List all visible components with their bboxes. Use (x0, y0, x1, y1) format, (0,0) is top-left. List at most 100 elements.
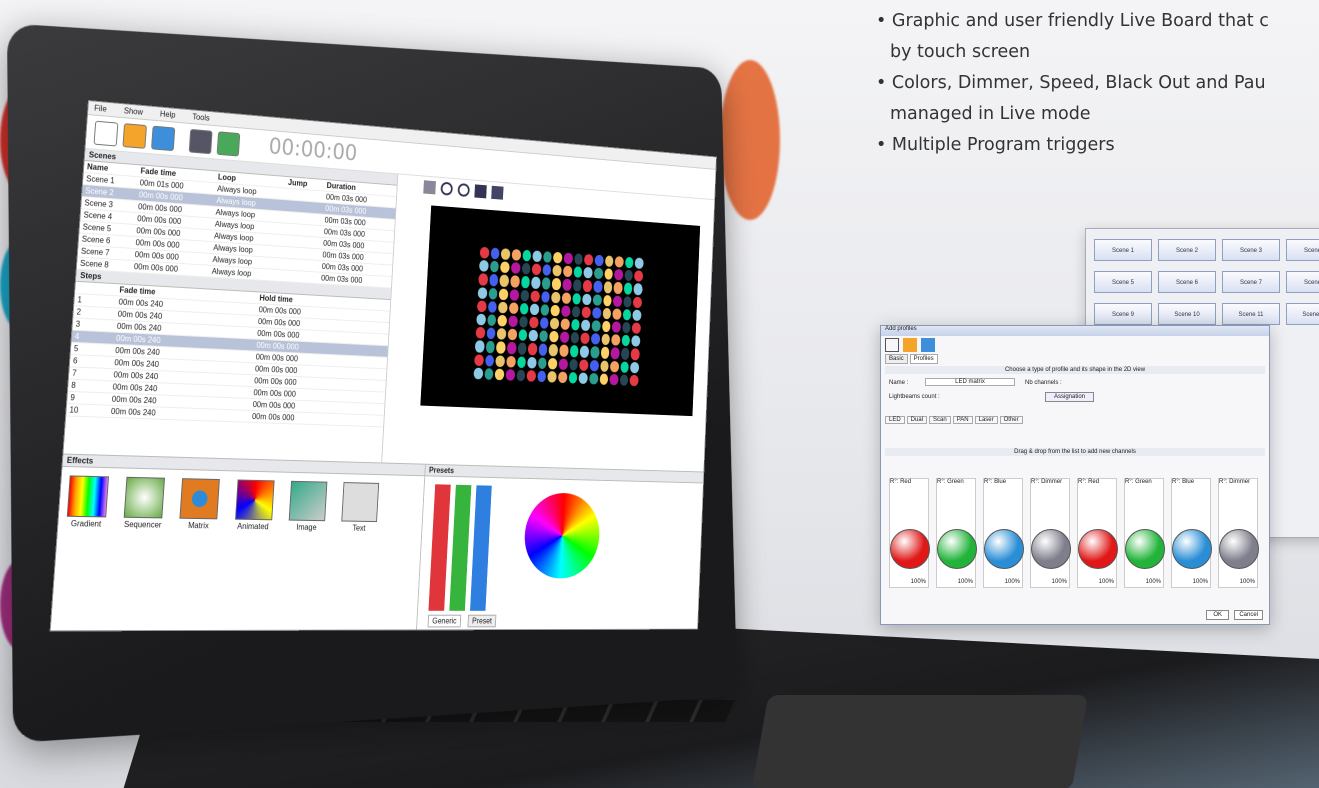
open-folder-icon[interactable] (122, 122, 147, 149)
led-cell (594, 254, 604, 267)
assign-button[interactable]: Assignation (1045, 392, 1095, 402)
led-cell (477, 286, 488, 299)
menu-help[interactable]: Help (160, 109, 176, 119)
effect-gradient[interactable]: Gradient (62, 475, 113, 529)
tab-dual[interactable]: Dual (906, 416, 928, 424)
led-cell (582, 280, 593, 292)
channel-card[interactable]: R°: Dimmer 100% (1030, 478, 1071, 588)
save-icon[interactable] (921, 338, 935, 352)
channel-card[interactable]: R°: Blue 100% (1171, 478, 1212, 588)
dialog-title: Add profiles (881, 326, 1269, 336)
channel-card[interactable]: R°: Dimmer 100% (1218, 478, 1259, 588)
channel-card[interactable]: R°: Blue 100% (983, 478, 1024, 588)
led-cell (612, 308, 622, 320)
tab-pan[interactable]: PAN (952, 416, 973, 424)
scene-button[interactable]: Scene 4 (1286, 239, 1319, 261)
green-fader[interactable] (449, 484, 472, 611)
channel-card[interactable]: R°: Green 100% (1124, 478, 1165, 588)
tab-scan[interactable]: Scan (929, 416, 951, 424)
led-cell (591, 320, 601, 332)
scene-button[interactable]: Scene 11 (1222, 303, 1280, 325)
led-cell (621, 334, 631, 347)
menu-tools[interactable]: Tools (192, 112, 210, 122)
led-cell (485, 341, 496, 353)
led-cell (630, 348, 640, 361)
tab-basic[interactable]: Basic (885, 354, 908, 364)
tab-led[interactable]: LED (885, 416, 905, 424)
channel-label: R°: Green (1125, 479, 1152, 485)
new-file-icon[interactable] (93, 120, 119, 146)
tab-profiles[interactable]: Profiles (909, 354, 938, 364)
led-cell (520, 276, 531, 289)
led-cell (542, 251, 553, 264)
scene-button[interactable]: Scene 8 (1286, 271, 1319, 293)
effect-animated[interactable]: Animated (230, 479, 278, 531)
channel-color-icon (1031, 529, 1071, 569)
led-cell (507, 328, 517, 341)
led-cell (538, 343, 548, 356)
save-icon[interactable] (151, 125, 176, 151)
led-cell (602, 294, 612, 307)
scene-button[interactable]: Scene 6 (1158, 271, 1216, 293)
led-cell (610, 360, 620, 373)
blue-fader[interactable] (470, 485, 492, 611)
name-field[interactable]: LED matrix (925, 378, 1015, 386)
led-cell (527, 356, 537, 369)
new-file-icon[interactable] (885, 338, 899, 352)
led-cell (500, 248, 511, 261)
effect-text[interactable]: Text (337, 482, 383, 533)
channel-card[interactable]: R°: Red 100% (889, 478, 930, 588)
tab-other[interactable]: Other (999, 416, 1023, 424)
zoom-in-icon[interactable] (440, 181, 454, 196)
scene-button[interactable]: Scene 10 (1158, 303, 1216, 325)
tab-preset[interactable]: Preset (467, 614, 497, 628)
open-folder-icon[interactable] (903, 338, 917, 352)
led-cell (478, 273, 488, 286)
feature-line: • Graphic and user friendly Live Board t… (876, 11, 1269, 31)
red-fader[interactable] (428, 484, 451, 611)
led-cell (579, 345, 590, 358)
led-cell (517, 342, 527, 355)
channel-card[interactable]: R°: Green 100% (936, 478, 977, 588)
ok-button[interactable]: OK (1206, 610, 1229, 620)
scene-button[interactable]: Scene 1 (1094, 239, 1152, 261)
led-cell (632, 309, 642, 322)
scene-button[interactable]: Scene 9 (1094, 303, 1152, 325)
scene-button[interactable]: Scene 2 (1158, 239, 1216, 261)
effect-matrix[interactable]: Matrix (175, 478, 224, 530)
led-cell (578, 372, 588, 385)
cut-icon[interactable] (474, 184, 487, 199)
cancel-button[interactable]: Cancel (1234, 610, 1263, 620)
scene-button[interactable]: Scene 12 (1286, 303, 1319, 325)
channel-percent: 100% (1051, 579, 1067, 585)
scene-button[interactable]: Scene 3 (1222, 239, 1280, 261)
scene-button[interactable]: Scene 5 (1094, 271, 1152, 293)
led-cell (548, 344, 559, 357)
led-cell (619, 374, 629, 386)
led-cell (549, 331, 559, 343)
gem-icon[interactable] (423, 180, 436, 195)
play-icon[interactable] (216, 130, 241, 157)
tab-laser[interactable]: Laser (974, 416, 998, 424)
led-cell (624, 256, 634, 269)
scene-button[interactable]: Scene 7 (1222, 271, 1280, 293)
profile-type-tabs: LED Dual Scan PAN Laser Other (881, 416, 1269, 424)
led-cell (538, 330, 549, 343)
tab-generic[interactable]: Generic (427, 614, 462, 628)
grid-icon[interactable] (491, 185, 504, 200)
led-cell (633, 283, 643, 296)
led-cell (529, 303, 540, 316)
color-wheel[interactable] (522, 492, 602, 579)
led-cell (486, 327, 496, 340)
effect-image[interactable]: Image (284, 480, 331, 532)
effect-sequencer[interactable]: Sequencer (119, 476, 169, 530)
zoom-out-icon[interactable] (457, 183, 470, 198)
channel-card[interactable]: R°: Red 100% (1077, 478, 1118, 588)
menu-show[interactable]: Show (124, 106, 144, 117)
menu-file[interactable]: File (94, 104, 107, 114)
led-cell (568, 371, 578, 384)
led-preview[interactable] (420, 205, 701, 417)
equalizer-icon[interactable] (188, 128, 213, 154)
nb-channels-label: Nb channels : (1025, 380, 1062, 386)
led-cell (593, 267, 603, 280)
